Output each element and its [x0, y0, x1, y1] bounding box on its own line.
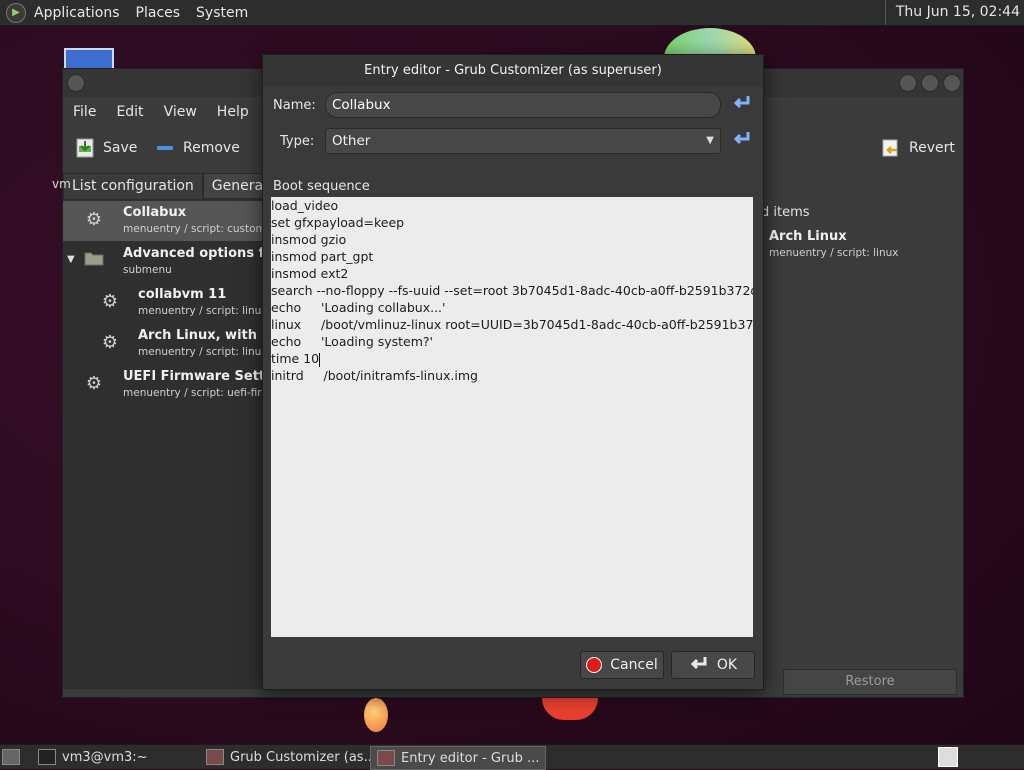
save-label: Save	[103, 140, 138, 156]
grub-customizer-icon	[206, 749, 224, 765]
show-desktop-icon	[2, 749, 20, 765]
list-item[interactable]: ▼ Advanced options for A submenu	[63, 242, 294, 282]
menu-edit[interactable]: Edit	[106, 104, 153, 120]
entry-subtitle: menuentry / script: linux	[769, 247, 899, 259]
code-line: insmod gzio	[271, 232, 347, 247]
entry-subtitle: submenu	[123, 264, 172, 276]
remove-label: Remove	[183, 140, 240, 156]
revert-icon	[881, 137, 901, 159]
code-line: set gfxpayload=keep	[271, 215, 405, 230]
gears-icon: ⚙	[85, 373, 103, 394]
taskbar: vm3@vm3:~ Grub Customizer (as... Entry e…	[0, 744, 1024, 770]
code-line: insmod part_gpt	[271, 249, 374, 264]
boot-sequence-label: Boot sequence	[273, 179, 370, 194]
side-label: vm	[52, 177, 71, 191]
code-line: initrd /boot/initramfs-linux.img	[271, 368, 478, 383]
save-icon	[75, 137, 95, 159]
taskbar-item-label: Grub Customizer (as...	[230, 749, 376, 765]
taskbar-item-label: vm3@vm3:~	[62, 749, 148, 765]
window-menu-button[interactable]	[67, 74, 85, 92]
list-item[interactable]: ⚙ UEFI Firmware Setting menuentry / scri…	[63, 365, 288, 405]
menu-applications[interactable]: Applications	[26, 5, 128, 21]
list-item[interactable]: ⚙ collabvm 11 menuentry / script: linux …	[63, 283, 274, 323]
restore-button[interactable]: Restore	[783, 669, 957, 695]
code-line: search --no-floppy --fs-uuid --set=root …	[271, 283, 753, 298]
gears-icon: ⚙	[85, 209, 103, 230]
type-label: Type:	[280, 134, 315, 149]
save-button[interactable]: Save	[75, 137, 137, 159]
taskbar-item-entry-editor[interactable]: Entry editor - Grub ...	[370, 746, 547, 770]
entry-subtitle: menuentry / script: uefi-firm	[123, 387, 272, 399]
remove-button[interactable]: Remove	[155, 137, 240, 159]
wallpaper-shape	[542, 698, 598, 720]
code-line: insmod ext2	[271, 266, 349, 281]
expander-arrow-icon[interactable]: ▼	[67, 254, 75, 265]
code-line-with-cursor: time 10	[271, 350, 753, 367]
entry-editor-dialog: Entry editor - Grub Customizer (as super…	[262, 54, 764, 690]
removed-items-panel: d items Arch Linux menuentry / script: l…	[753, 199, 961, 689]
gears-icon: ⚙	[101, 332, 119, 353]
minimize-button[interactable]	[899, 74, 917, 92]
close-button[interactable]	[943, 74, 961, 92]
entry-subtitle: menuentry / script: custom	[123, 223, 266, 235]
clock[interactable]: Thu Jun 15, 02:44	[884, 0, 1024, 25]
code-line: echo 'Loading collabux...'	[271, 300, 446, 315]
top-panel: ▶ Applications Places System Thu Jun 15,…	[0, 0, 1024, 26]
apply-type-icon[interactable]	[732, 130, 752, 150]
text-cursor	[319, 352, 321, 367]
code-line-text: time 10	[271, 351, 320, 366]
remove-icon	[155, 137, 175, 159]
list-item[interactable]: ⚙ Arch Linux, with Linu menuentry / scri…	[63, 324, 293, 364]
ok-button[interactable]: OK	[671, 651, 755, 679]
terminal-icon	[38, 749, 56, 765]
tab-list-configuration[interactable]: List configuration	[63, 173, 203, 199]
name-label: Name:	[273, 98, 316, 113]
cancel-button[interactable]: Cancel	[580, 651, 664, 679]
wallpaper-shape	[364, 698, 388, 732]
cancel-label: Cancel	[610, 657, 658, 673]
entry-title: Arch Linux	[769, 229, 847, 244]
taskbar-item-grub-customizer[interactable]: Grub Customizer (as...	[200, 746, 382, 768]
taskbar-item-terminal[interactable]: vm3@vm3:~	[32, 746, 154, 768]
code-line: echo 'Loading system?'	[271, 334, 433, 349]
code-line: load_video	[271, 198, 339, 213]
removed-items-header: d items	[761, 205, 810, 220]
ok-icon	[689, 655, 709, 675]
menu-help[interactable]: Help	[207, 104, 259, 120]
show-desktop-button[interactable]	[0, 746, 22, 768]
name-input[interactable]: Collabux	[325, 92, 721, 118]
chevron-down-icon: ▼	[706, 135, 714, 146]
ok-label: OK	[716, 657, 738, 673]
menu-file[interactable]: File	[63, 104, 106, 120]
folder-icon	[83, 250, 105, 272]
revert-label: Revert	[909, 140, 955, 156]
entry-list: ⚙ Collabux menuentry / script: custom ▼ …	[63, 199, 294, 689]
apply-name-icon[interactable]	[732, 94, 752, 114]
menu-places[interactable]: Places	[128, 5, 189, 21]
revert-button[interactable]: Revert	[881, 137, 955, 159]
type-select-value: Other	[332, 133, 371, 149]
list-item[interactable]: ⚙ Collabux menuentry / script: custom	[63, 201, 266, 241]
taskbar-item-label: Entry editor - Grub ...	[401, 750, 540, 766]
gears-icon: ⚙	[101, 291, 119, 312]
boot-sequence-editor[interactable]: load_video set gfxpayload=keep insmod gz…	[271, 197, 753, 637]
menu-system[interactable]: System	[188, 5, 256, 21]
entry-subtitle: menuentry / script: linux /	[138, 305, 275, 317]
menu-view[interactable]: View	[154, 104, 207, 120]
code-line: linux /boot/vmlinuz-linux root=UUID=3b70…	[271, 317, 753, 332]
menubar: File Edit View Help	[63, 97, 263, 127]
workspace-switcher[interactable]	[936, 746, 960, 768]
dialog-title[interactable]: Entry editor - Grub Customizer (as super…	[263, 55, 763, 87]
entry-title: Collabux	[123, 205, 187, 220]
applications-menu-icon[interactable]: ▶	[6, 2, 26, 23]
entry-subtitle: menuentry / script: linux	[138, 346, 268, 358]
workspace-icon	[938, 747, 958, 767]
entry-title: collabvm 11	[138, 287, 227, 302]
maximize-button[interactable]	[921, 74, 939, 92]
type-select[interactable]: Other ▼	[325, 128, 721, 154]
cancel-icon	[586, 657, 603, 673]
list-item[interactable]: Arch Linux menuentry / script: linux	[753, 225, 961, 265]
grub-customizer-icon	[377, 750, 395, 766]
